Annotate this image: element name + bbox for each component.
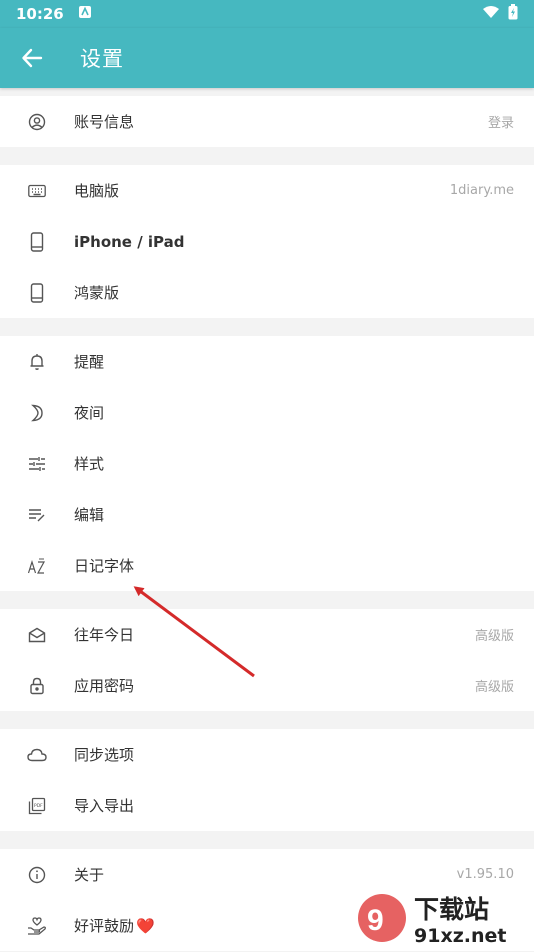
status-time: 10:26	[16, 5, 64, 23]
settings-item-reminder[interactable]: 提醒	[0, 336, 534, 387]
info-icon	[0, 866, 74, 884]
bell-icon	[0, 353, 74, 371]
section-premium: 往年今日 高级版 应用密码 高级版	[0, 609, 534, 711]
wifi-icon	[482, 5, 500, 23]
keyboard-icon	[0, 184, 74, 198]
settings-item-label: 导入导出	[74, 797, 135, 815]
settings-item-label: 关于	[74, 866, 105, 884]
heart-icon: ❤️	[136, 917, 155, 935]
settings-item-label: iPhone / iPad	[74, 232, 185, 251]
settings-item-edit[interactable]: 编辑	[0, 489, 534, 540]
phone-icon	[0, 282, 74, 303]
settings-item-label: 鸿蒙版	[74, 284, 120, 302]
sliders-icon	[0, 456, 74, 472]
settings-item-label: 提醒	[74, 353, 105, 371]
moon-icon	[0, 404, 74, 422]
settings-item-value: 1diary.me	[449, 183, 514, 198]
settings-item-iphone[interactable]: iPhone / iPad	[0, 216, 534, 267]
app-bar: 设置	[0, 28, 534, 88]
pdf-icon: PDF	[0, 797, 74, 815]
arrow-left-icon	[22, 48, 43, 68]
settings-item-label: 应用密码	[74, 677, 135, 695]
envelope-icon	[0, 627, 74, 643]
settings-item-value: 高级版	[474, 680, 514, 695]
settings-item-account[interactable]: 账号信息 登录	[0, 96, 534, 147]
edit-icon	[0, 507, 74, 523]
watermark-text: 下载站	[414, 895, 489, 924]
section-platforms: 电脑版 1diary.me iPhone / iPad 鸿蒙版	[0, 165, 534, 318]
watermark-logo: 9 下载站 91xz.net	[354, 888, 530, 948]
svg-text:9: 9	[367, 904, 384, 937]
status-bar: 10:26	[0, 0, 534, 28]
settings-item-on-this-day[interactable]: 往年今日 高级版	[0, 609, 534, 660]
settings-item-label: 样式	[74, 455, 105, 473]
notification-icon	[78, 5, 92, 23]
section-account: 账号信息 登录	[0, 96, 534, 147]
settings-item-night[interactable]: 夜间	[0, 387, 534, 438]
back-button[interactable]	[0, 28, 64, 88]
settings-item-style[interactable]: 样式	[0, 438, 534, 489]
settings-item-diary-font[interactable]: 日记字体	[0, 540, 534, 591]
page-title: 设置	[80, 47, 124, 71]
settings-item-value: 高级版	[474, 629, 514, 644]
settings-item-app-password[interactable]: 应用密码 高级版	[0, 660, 534, 711]
settings-item-value: v1.95.10	[456, 867, 514, 882]
settings-item-label: 同步选项	[74, 746, 135, 764]
settings-list: 账号信息 登录 电脑版 1diary.me iPhone / iPad 鸿蒙版	[0, 88, 534, 951]
settings-item-label: 账号信息	[74, 113, 135, 131]
settings-item-label: 日记字体	[74, 557, 135, 575]
settings-item-label: 夜间	[74, 404, 105, 422]
settings-item-sync[interactable]: 同步选项	[0, 729, 534, 780]
phone-icon	[0, 231, 74, 252]
section-preferences: 提醒 夜间 样式 编辑 日记字体	[0, 336, 534, 591]
section-data: 同步选项 PDF 导入导出	[0, 729, 534, 831]
settings-item-label: 电脑版	[74, 182, 120, 200]
settings-item-harmony[interactable]: 鸿蒙版	[0, 267, 534, 318]
settings-item-label: 编辑	[74, 506, 105, 524]
settings-item-value: 登录	[487, 116, 514, 131]
settings-item-import-export[interactable]: PDF 导入导出	[0, 780, 534, 831]
settings-item-label-text: 好评鼓励	[74, 917, 135, 935]
account-icon	[0, 113, 74, 131]
settings-item-label: 往年今日	[74, 626, 135, 644]
battery-icon	[508, 4, 518, 24]
watermark-domain: 91xz.net	[414, 925, 506, 947]
hand-heart-icon	[0, 916, 74, 935]
cloud-icon	[0, 748, 74, 762]
svg-text:PDF: PDF	[34, 803, 43, 809]
font-az-icon	[0, 557, 74, 575]
lock-icon	[0, 677, 74, 695]
settings-item-desktop[interactable]: 电脑版 1diary.me	[0, 165, 534, 216]
